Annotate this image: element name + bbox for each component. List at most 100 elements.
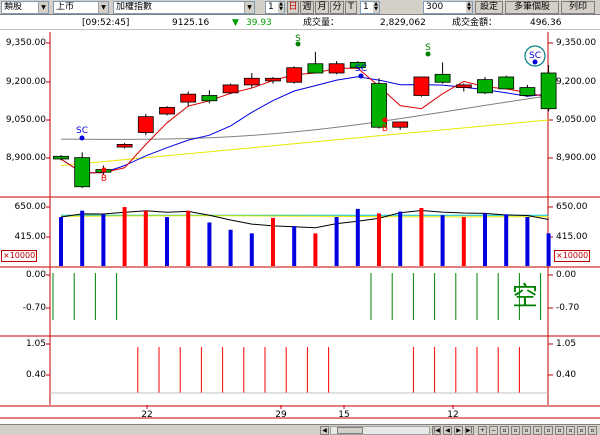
price-tick-right: 8,900.00 [556, 153, 597, 163]
s-signal-label: S [425, 43, 431, 53]
volume-bar [292, 226, 297, 266]
scroll-thumb[interactable] [337, 427, 363, 434]
tool-icon[interactable]: ▫ [522, 426, 531, 435]
tool-icon[interactable]: ▫ [555, 426, 564, 435]
candle-body [455, 84, 472, 88]
zoom-in-icon[interactable]: + [478, 426, 487, 435]
tool-icon[interactable]: ▫ [533, 426, 542, 435]
short-signal-mark: 空 [512, 282, 539, 312]
volume-tick-right: 415.00 [556, 232, 588, 242]
volume-bar [101, 214, 106, 266]
volume-unit-right: ×10000 [554, 250, 591, 262]
first-page-icon[interactable]: |◀ [432, 426, 441, 435]
chart-canvas[interactable]: SCBSSCBSSC [0, 0, 600, 435]
candle-body [392, 121, 409, 128]
price-tick-right: 9,350.00 [556, 38, 597, 48]
tool-icon[interactable]: ▫ [544, 426, 553, 435]
candle-body [540, 72, 557, 110]
osc1-tick-right: 0.00 [556, 270, 577, 280]
osc1-tick-left: -0.70 [22, 303, 46, 313]
price-tick-right: 9,050.00 [556, 115, 597, 125]
osc1-tick-left: 0.00 [25, 270, 46, 280]
tool-icon[interactable]: ▫ [577, 426, 586, 435]
candle-body [328, 63, 345, 74]
volume-bar [59, 217, 63, 266]
candle-body [201, 95, 218, 102]
last-page-icon[interactable]: ▶| [465, 426, 474, 435]
bottom-scroll-bar: ◀ |◀ ◀ ▶ ▶| + − ▫ ▫ ▫ ▫ ▫ ▫ ▫ ▫ ▫ [0, 424, 600, 435]
volume-bar [525, 217, 530, 266]
volume-unit-left: ×10000 [1, 250, 38, 262]
sc-signal-dot [358, 73, 364, 79]
scroll-track[interactable] [330, 426, 430, 435]
volume-bar [355, 208, 360, 266]
volume-bar [546, 233, 551, 266]
candle-body [434, 73, 451, 83]
x-tick: 15 [338, 410, 350, 420]
candle-body [137, 116, 154, 133]
signal-markers: SCBSSCBSSC [76, 34, 546, 184]
volume-bar [165, 217, 169, 266]
oscillator-1-bars [52, 273, 542, 320]
scroll-left-icon[interactable]: ◀ [320, 426, 329, 435]
ma-short-line [60, 67, 549, 174]
osc2-tick-right: 0.40 [556, 370, 577, 380]
volume-ma-black-line [60, 209, 549, 229]
candle-body [222, 84, 239, 94]
oscillator-2-bars [50, 347, 548, 394]
b-signal-label: B [382, 124, 388, 134]
volume-ma-yellow-line [60, 215, 549, 218]
candle-body [413, 76, 430, 96]
candle-body [53, 155, 69, 160]
volume-bar [249, 233, 254, 266]
sc-signal-label: SC [355, 64, 367, 74]
tool-icon[interactable]: ▫ [511, 426, 520, 435]
candle-body [74, 157, 91, 188]
volume-bar [80, 210, 85, 266]
candle-body [243, 77, 260, 86]
next-page-icon[interactable]: ▶ [454, 426, 463, 435]
s-signal-dot [425, 51, 431, 57]
price-tick-left: 9,200.00 [5, 77, 46, 87]
stock-chart-window: 類股 ▼ 上市 ▼ 加權指數 ▼ 1 ▲ ▼ 日 週 月 分 T 1 ▲ ▼ 300… [0, 0, 600, 435]
volume-bar [122, 207, 127, 266]
tool-icon[interactable]: ▫ [566, 426, 575, 435]
candle-body [265, 77, 281, 82]
b-signal-dot [101, 167, 107, 173]
sc-signal-dot [79, 135, 85, 141]
volume-bar [228, 229, 233, 266]
tool-icon[interactable]: ▫ [500, 426, 509, 435]
b-signal-dot [382, 117, 388, 123]
volume-bar [419, 207, 424, 266]
moving-average-lines [60, 67, 549, 174]
sc-signal-label: SC [76, 126, 88, 136]
volume-bar [377, 213, 381, 266]
volume-bar [334, 217, 339, 266]
volume-tick-right: 650.00 [556, 202, 588, 212]
ma-yellow-line [60, 119, 549, 167]
candlestick-series [53, 51, 557, 189]
osc1-tick-right: -0.70 [556, 303, 580, 313]
candle-body [307, 63, 324, 74]
zoom-out-icon[interactable]: − [489, 426, 498, 435]
volume-bar [207, 222, 212, 266]
tool-icon[interactable]: ▫ [588, 426, 597, 435]
prev-page-icon[interactable]: ◀ [443, 426, 452, 435]
candle-body [159, 106, 175, 115]
sc-signal-dot [532, 59, 538, 65]
volume-bar [398, 211, 403, 266]
volume-bar [271, 217, 275, 266]
candle-body [498, 76, 515, 90]
osc2-tick-left: 0.40 [25, 370, 46, 380]
x-tick: 12 [447, 410, 459, 420]
osc2-tick-right: 1.05 [556, 339, 577, 349]
b-signal-label: B [101, 174, 107, 184]
volume-bar [504, 214, 509, 266]
volume-moving-average-lines [60, 209, 549, 229]
volume-tick-left: 650.00 [14, 202, 47, 212]
ma-long-line [60, 95, 549, 140]
volume-tick-left: 415.00 [14, 232, 47, 242]
candle-body [116, 144, 133, 148]
volume-bar [440, 215, 445, 266]
volume-bar [143, 210, 148, 266]
